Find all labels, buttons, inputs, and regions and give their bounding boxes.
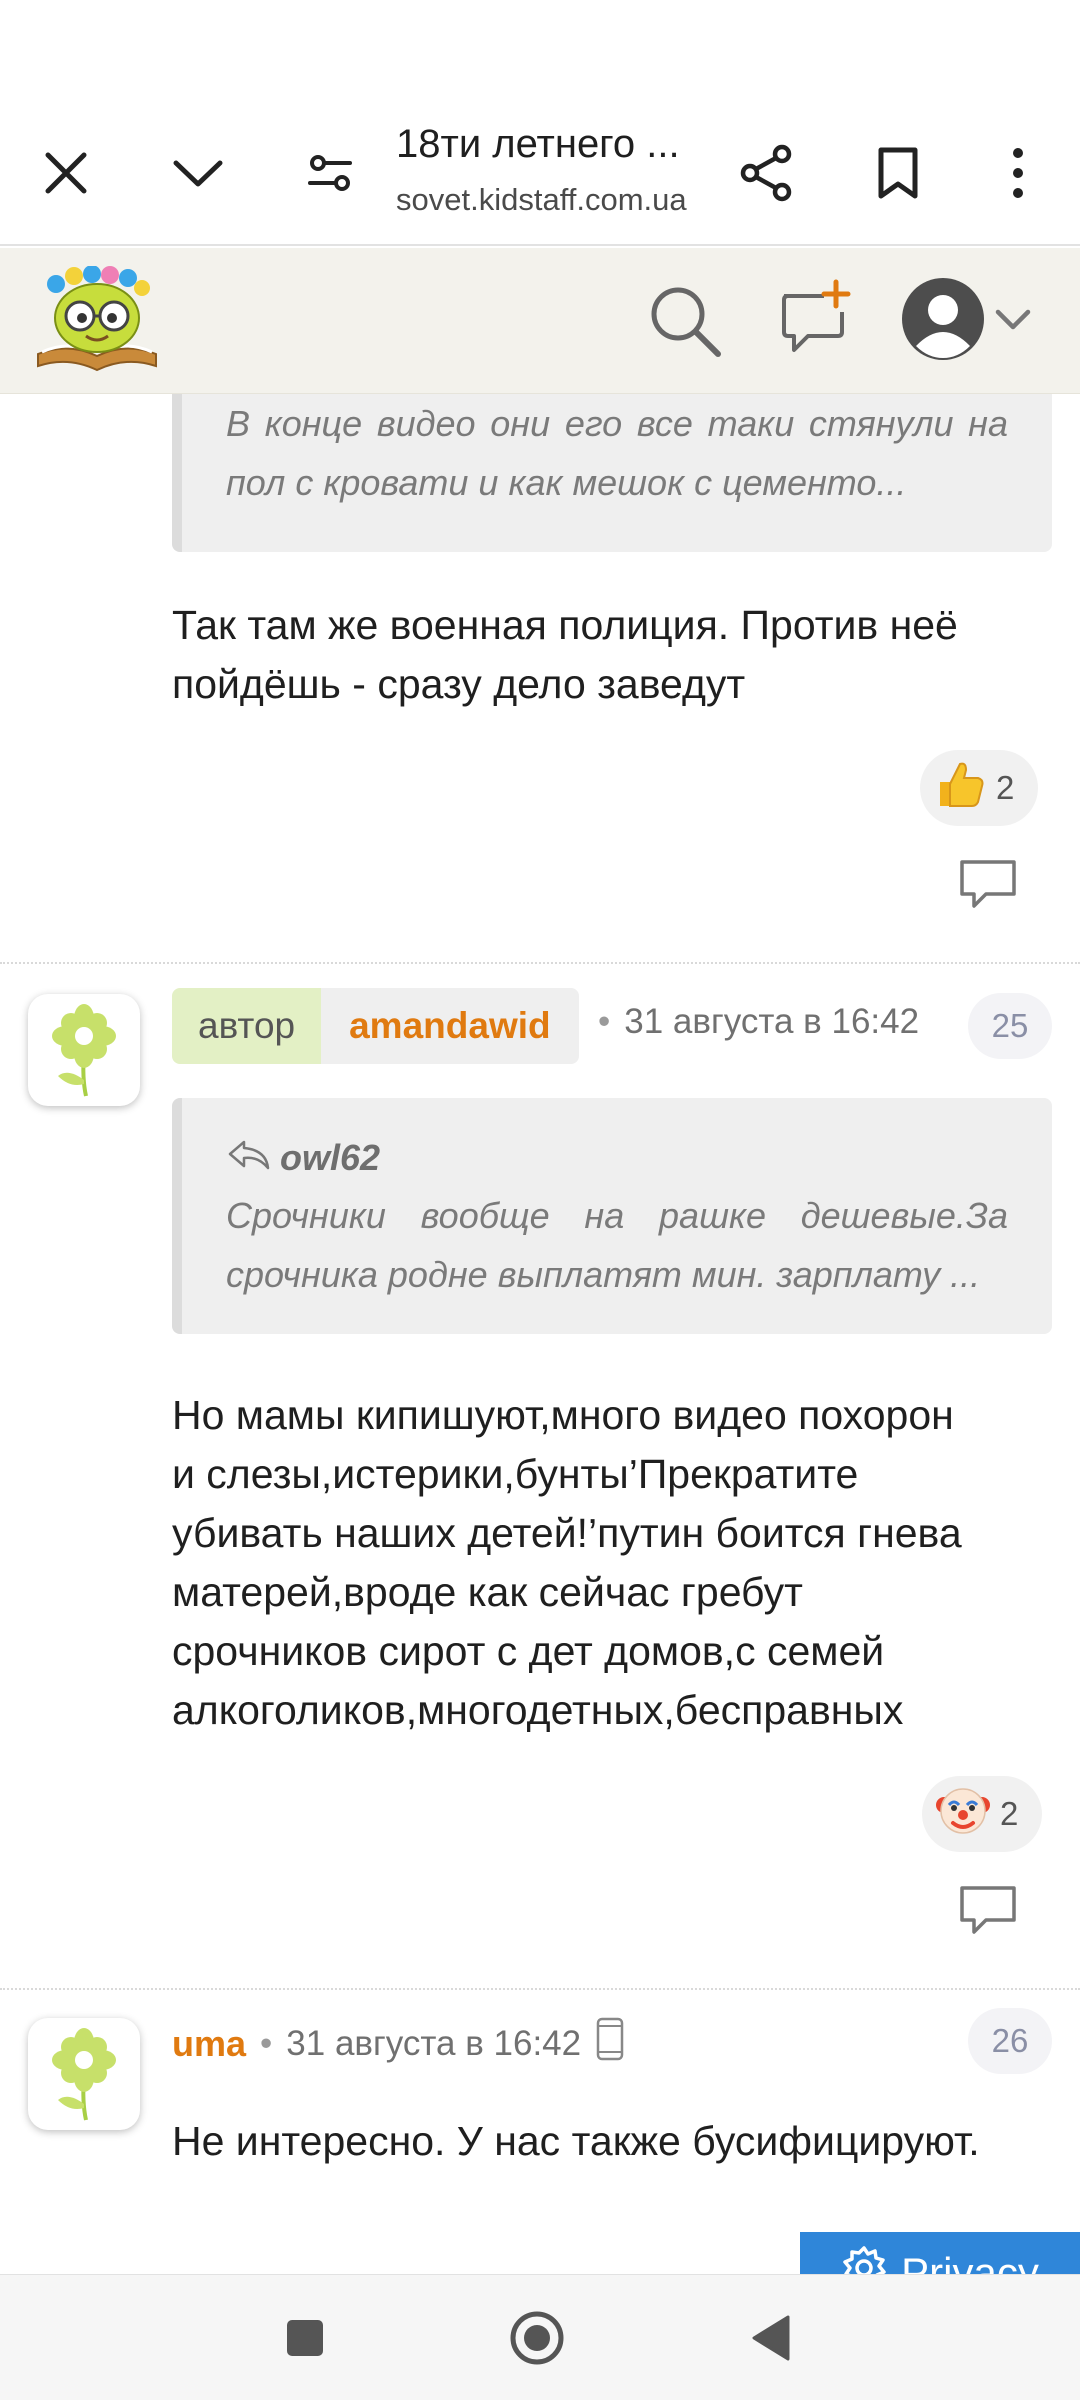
site-logo[interactable] <box>34 265 160 376</box>
reaction-count: 2 <box>1000 1795 1019 1832</box>
more-options-icon[interactable] <box>980 100 1056 246</box>
browser-toolbar: 18ти летнего ... sovet.kidstaff.com.ua <box>0 100 1080 246</box>
system-nav-bar <box>0 2274 1080 2400</box>
comment-line: убивать наших детей!’путин боится гнева <box>172 1510 962 1556</box>
username[interactable]: uma <box>172 2023 246 2065</box>
comment-text: Не интересно. У нас также бусифицируют. <box>172 2112 1062 2171</box>
reply-icon[interactable] <box>956 856 1020 912</box>
post-number[interactable]: 25 <box>968 993 1052 1059</box>
quote-line: пол с кровати и как мешок с цементо... <box>226 462 907 503</box>
comment-line: Но мамы кипишуют,много видео похорон <box>172 1392 954 1438</box>
comment-line: Так там же военная полиция. Против неё <box>172 602 958 648</box>
quote-block[interactable]: owl62 Срочники вообще на рашке дешевые.З… <box>172 1098 1052 1334</box>
back-icon[interactable] <box>736 2303 806 2373</box>
username[interactable]: amandawid <box>321 988 579 1064</box>
recent-apps-icon[interactable] <box>270 2303 340 2373</box>
user-avatar-icon[interactable] <box>898 274 988 364</box>
reply-icon[interactable] <box>956 1882 1020 1938</box>
home-icon[interactable] <box>502 2303 572 2373</box>
post-divider <box>0 1988 1080 1990</box>
search-icon[interactable] <box>646 282 724 360</box>
bookmark-icon[interactable] <box>860 100 936 246</box>
status-bar <box>0 0 1080 100</box>
flower-icon <box>52 2028 116 2121</box>
share-icon[interactable] <box>728 100 804 246</box>
avatar[interactable] <box>28 994 140 1106</box>
site-header <box>0 248 1080 394</box>
comment-line: пойдёшь - сразу дело заведут <box>172 661 746 707</box>
thumbs-up-icon <box>934 758 986 818</box>
post-meta: uma • 31 августа в 16:42 <box>172 2016 625 2071</box>
page-url[interactable]: sovet.kidstaff.com.ua <box>396 182 687 218</box>
page-title[interactable]: 18ти летнего ... <box>396 122 680 167</box>
post-time[interactable]: 31 августа в 16:42 <box>624 1002 919 1042</box>
comment-line: алкоголиков,многодетных,бесправных <box>172 1687 904 1733</box>
post-divider <box>0 962 1080 964</box>
reaction-badge[interactable]: 2 <box>920 750 1039 826</box>
chevron-down-icon[interactable] <box>160 100 236 246</box>
comment-line: Не интересно. У нас также бусифицируют. <box>172 2118 980 2164</box>
mobile-phone-icon <box>595 2016 625 2071</box>
reaction-badge[interactable]: 2 <box>922 1776 1043 1852</box>
quote-block[interactable]: В конце видео они его все таки стянули н… <box>172 394 1052 552</box>
site-settings-icon[interactable] <box>292 100 368 246</box>
quote-line: срочника родне выплатят мин. зарплату ..… <box>226 1254 981 1295</box>
comment-text: Но мамы кипишуют,много видео похорон и с… <box>172 1386 1062 1740</box>
close-icon[interactable] <box>28 100 104 246</box>
quote-author-name: owl62 <box>280 1137 381 1178</box>
quote-author[interactable]: owl62 <box>226 1130 1008 1186</box>
post-meta: • 31 августа в 16:42 <box>598 1002 938 1042</box>
comment-line: срочников сирот с дет домов,с семей <box>172 1628 885 1674</box>
reaction-count: 2 <box>996 769 1015 806</box>
author-tag[interactable]: автор amandawid <box>172 988 579 1064</box>
separator-dot: • <box>598 1002 611 1041</box>
quote-line: В конце видео они его все таки стянули н… <box>226 403 1008 444</box>
comment-text: Так там же военная полиция. Против неё п… <box>172 596 1062 714</box>
flower-icon <box>52 1004 116 1097</box>
new-message-icon[interactable] <box>776 278 856 358</box>
clown-face-icon <box>936 1783 990 1845</box>
account-menu-chevron-icon[interactable] <box>990 300 1036 340</box>
quote-line: Срочники вообще на рашке дешевые.За <box>226 1195 1008 1236</box>
post-number[interactable]: 26 <box>968 2008 1052 2074</box>
author-badge: автор <box>172 988 322 1064</box>
comment-line: матерей,вроде как сейчас гребут <box>172 1569 803 1615</box>
comments-feed: В конце видео они его все таки стянули н… <box>0 394 1080 2274</box>
avatar[interactable] <box>28 2018 140 2130</box>
comment-line: и слезы,истерики,бунты’Прекратите <box>172 1451 859 1497</box>
reply-arrow-icon <box>226 1136 272 1181</box>
post-time[interactable]: 31 августа в 16:42 <box>286 2024 581 2064</box>
separator-dot: • <box>260 2023 273 2063</box>
